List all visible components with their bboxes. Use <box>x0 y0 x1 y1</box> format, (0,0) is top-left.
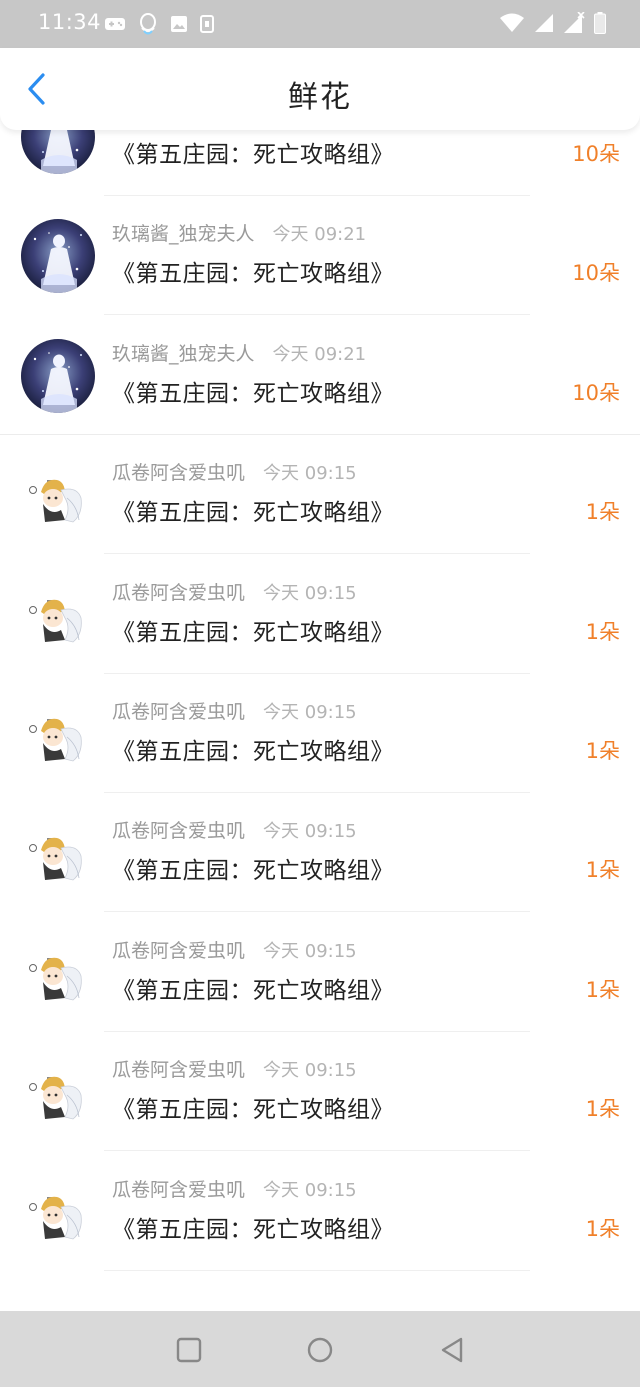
flower-amount: 1朵 <box>585 739 620 763</box>
row-divider <box>104 553 530 554</box>
signal-x-icon <box>564 12 585 33</box>
avatar[interactable] <box>21 458 95 532</box>
night-avatar-image <box>21 339 95 413</box>
row-divider <box>104 1031 530 1032</box>
status-time: 11:34 <box>38 10 102 34</box>
flower-amount: 10朵 <box>572 381 620 405</box>
chibi-avatar-image <box>21 1055 95 1129</box>
row-divider <box>104 195 530 196</box>
back-triangle-icon <box>441 1337 463 1363</box>
gift-row[interactable]: 瓜卷阿含爱虫叽 今天 09:15 《第五庄园：死亡攻略组》 1朵 <box>0 1033 640 1152</box>
gift-row[interactable]: 玖璃酱_独宠夫人今天 09:21 《第五庄园：死亡攻略组》 10朵 <box>0 317 640 436</box>
row-divider <box>104 1150 530 1151</box>
home-button[interactable] <box>303 1333 337 1367</box>
row-divider <box>104 1270 530 1271</box>
book-title: 《第五庄园：死亡攻略组》 <box>112 739 394 765</box>
gift-time: 今天 09:15 <box>263 1180 357 1201</box>
back-nav-button[interactable] <box>435 1333 469 1367</box>
gift-time: 今天 09:15 <box>263 821 357 842</box>
gift-time: 今天 09:21 <box>272 344 367 365</box>
gift-row[interactable]: 瓜卷阿含爱虫叽 今天 09:15 《第五庄园：死亡攻略组》 1朵 <box>0 914 640 1033</box>
avatar[interactable] <box>21 1175 95 1249</box>
avatar[interactable] <box>21 1055 95 1129</box>
gift-time: 今天 09:15 <box>263 583 357 604</box>
book-title: 《第五庄园：死亡攻略组》 <box>112 500 394 526</box>
row-divider <box>104 792 530 793</box>
avatar[interactable] <box>21 936 95 1010</box>
sender-name[interactable]: 瓜卷阿含爱虫叽 今天 09:15 <box>112 1175 357 1202</box>
gift-time: 今天 09:21 <box>272 224 367 245</box>
sender-name[interactable]: 玖璃酱_独宠夫人今天 09:21 <box>112 339 366 366</box>
book-title: 《第五庄园：死亡攻略组》 <box>112 142 394 168</box>
status-right-icons <box>499 12 606 34</box>
book-title: 《第五庄园：死亡攻略组》 <box>112 620 394 646</box>
night-avatar-image <box>21 219 95 293</box>
header: 鲜花 <box>0 48 640 130</box>
avatar[interactable] <box>21 697 95 771</box>
flower-amount: 10朵 <box>572 261 620 285</box>
qq-icon <box>140 13 156 35</box>
flower-amount: 1朵 <box>585 978 620 1002</box>
chibi-avatar-image <box>21 816 95 890</box>
flower-amount: 1朵 <box>585 620 620 644</box>
sender-name[interactable]: 玖璃酱_独宠夫人今天 09:21 <box>112 219 366 246</box>
flower-amount: 1朵 <box>585 500 620 524</box>
gift-list[interactable]: 玖璃酱_独宠夫人今天 09:21《第五庄园：死亡攻略组》10朵玖璃酱_独宠夫人今… <box>0 118 640 1311</box>
recents-button[interactable] <box>172 1333 206 1367</box>
signal-icon <box>535 14 553 32</box>
flower-amount: 1朵 <box>585 1217 620 1241</box>
gift-time: 今天 09:15 <box>263 702 357 723</box>
avatar[interactable] <box>21 578 95 652</box>
flower-amount: 10朵 <box>572 142 620 166</box>
image-icon <box>171 16 187 32</box>
status-bar: 11:34 <box>0 0 640 48</box>
group-divider <box>0 434 640 435</box>
gift-row[interactable]: 玖璃酱_独宠夫人今天 09:21 《第五庄园：死亡攻略组》 10朵 <box>0 197 640 316</box>
gift-time: 今天 09:15 <box>263 463 357 484</box>
gift-time: 今天 09:15 <box>263 1060 357 1081</box>
battery-icon <box>594 12 606 34</box>
gift-row[interactable]: 瓜卷阿含爱虫叽 今天 09:15 《第五庄园：死亡攻略组》 1朵 <box>0 675 640 794</box>
book-title: 《第五庄园：死亡攻略组》 <box>112 261 394 287</box>
row-divider <box>104 314 530 315</box>
gift-row[interactable]: 瓜卷阿含爱虫叽 今天 09:15 《第五庄园：死亡攻略组》 1朵 <box>0 436 640 555</box>
sender-name[interactable]: 瓜卷阿含爱虫叽 今天 09:15 <box>112 578 357 605</box>
avatar[interactable] <box>21 339 95 413</box>
sim-icon <box>200 15 214 33</box>
gamepad-icon <box>105 18 125 30</box>
gift-row[interactable]: 瓜卷阿含爱虫叽 今天 09:15 《第五庄园：死亡攻略组》 1朵 <box>0 1153 640 1272</box>
wifi-icon <box>500 13 524 32</box>
sender-name[interactable]: 瓜卷阿含爱虫叽 今天 09:15 <box>112 697 357 724</box>
page-title: 鲜花 <box>288 80 352 115</box>
sender-name[interactable]: 瓜卷阿含爱虫叽 今天 09:15 <box>112 936 357 963</box>
sender-name[interactable]: 瓜卷阿含爱虫叽 今天 09:15 <box>112 816 357 843</box>
sender-name[interactable]: 瓜卷阿含爱虫叽 今天 09:15 <box>112 1055 357 1082</box>
avatar[interactable] <box>21 816 95 890</box>
recents-square-icon <box>176 1337 202 1363</box>
chibi-avatar-image <box>21 578 95 652</box>
book-title: 《第五庄园：死亡攻略组》 <box>112 1097 394 1123</box>
chibi-avatar-image <box>21 458 95 532</box>
gift-row[interactable]: 瓜卷阿含爱虫叽 今天 09:15 《第五庄园：死亡攻略组》 1朵 <box>0 556 640 675</box>
system-nav-bar <box>0 1311 640 1387</box>
flower-amount: 1朵 <box>585 1097 620 1121</box>
gift-time: 今天 09:15 <box>263 941 357 962</box>
book-title: 《第五庄园：死亡攻略组》 <box>112 381 394 407</box>
chibi-avatar-image <box>21 1175 95 1249</box>
gift-row[interactable]: 瓜卷阿含爱虫叽 今天 09:15 《第五庄园：死亡攻略组》 1朵 <box>0 794 640 913</box>
chibi-avatar-image <box>21 697 95 771</box>
flower-amount: 1朵 <box>585 858 620 882</box>
status-left-icons <box>104 12 214 36</box>
book-title: 《第五庄园：死亡攻略组》 <box>112 858 394 884</box>
book-title: 《第五庄园：死亡攻略组》 <box>112 1217 394 1243</box>
avatar[interactable] <box>21 219 95 293</box>
book-title: 《第五庄园：死亡攻略组》 <box>112 978 394 1004</box>
home-circle-icon <box>307 1337 333 1363</box>
chibi-avatar-image <box>21 936 95 1010</box>
row-divider <box>104 911 530 912</box>
sender-name[interactable]: 瓜卷阿含爱虫叽 今天 09:15 <box>112 458 357 485</box>
row-divider <box>104 673 530 674</box>
